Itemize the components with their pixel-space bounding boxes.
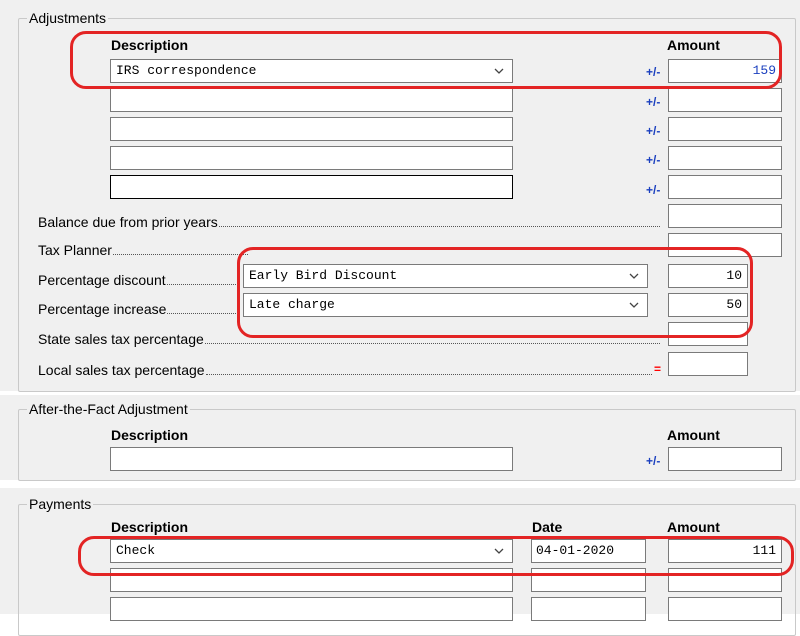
local-sales-tax-label: Local sales tax percentage xyxy=(38,362,205,378)
adjustment-description-field[interactable] xyxy=(110,88,513,112)
balance-due-row: Balance due from prior years xyxy=(38,212,660,230)
local-sales-tax-row: Local sales tax percentage xyxy=(38,360,652,378)
adjustment-amount-field[interactable] xyxy=(668,88,782,112)
after-fact-amount-field[interactable] xyxy=(668,447,782,471)
state-sales-tax-field[interactable] xyxy=(668,322,748,346)
chevron-down-icon xyxy=(629,273,639,279)
adjustments-title: Adjustments xyxy=(27,10,109,26)
payments-title: Payments xyxy=(27,496,94,512)
payment-date-value: 04-01-2020 xyxy=(536,543,615,558)
plus-minus-toggle[interactable]: +/- xyxy=(646,65,660,79)
payment-amount-field[interactable] xyxy=(668,597,782,621)
payment-description-dropdown[interactable]: Check xyxy=(110,539,513,563)
payment-date-field[interactable] xyxy=(531,597,646,621)
percentage-increase-row: Percentage increase xyxy=(38,299,240,317)
leader-dots xyxy=(218,226,660,227)
state-sales-tax-row: State sales tax percentage xyxy=(38,329,660,347)
adjustment-amount-value: 159 xyxy=(752,63,776,78)
plus-minus-toggle[interactable]: +/- xyxy=(646,454,660,468)
leader-dots xyxy=(112,254,248,255)
adjustment-amount-field[interactable] xyxy=(668,146,782,170)
percentage-increase-selection: Late charge xyxy=(249,297,335,312)
adjustment-description-field[interactable] xyxy=(110,175,513,199)
payments-date-header: Date xyxy=(532,519,563,535)
payment-description-value: Check xyxy=(116,543,156,558)
percentage-discount-row: Percentage discount xyxy=(38,270,240,288)
after-fact-amount-header: Amount xyxy=(667,427,720,443)
leader-dots xyxy=(167,313,240,314)
percentage-discount-dropdown[interactable]: Early Bird Discount xyxy=(243,264,648,288)
plus-minus-toggle[interactable]: +/- xyxy=(646,95,660,109)
plus-minus-toggle[interactable]: +/- xyxy=(646,153,660,167)
adjustment-amount-field[interactable] xyxy=(668,175,782,199)
percentage-discount-selection: Early Bird Discount xyxy=(249,268,398,283)
after-fact-description-header: Description xyxy=(111,427,189,443)
payments-amount-header: Amount xyxy=(667,519,720,535)
tax-planner-row: Tax Planner xyxy=(38,240,248,258)
leader-dots xyxy=(166,284,240,285)
percentage-discount-value-field[interactable]: 10 xyxy=(668,264,748,288)
adjustment-description-field[interactable] xyxy=(110,117,513,141)
payment-date-field[interactable] xyxy=(531,568,646,592)
payment-description-field[interactable] xyxy=(110,568,513,592)
chevron-down-icon xyxy=(494,68,504,74)
percentage-discount-label: Percentage discount xyxy=(38,272,166,288)
payment-amount-field[interactable]: 111 xyxy=(668,539,782,563)
balance-due-label: Balance due from prior years xyxy=(38,214,218,230)
percentage-increase-value-field[interactable]: 50 xyxy=(668,293,748,317)
adjustments-description-header: Description xyxy=(111,37,189,53)
leader-dots xyxy=(204,343,660,344)
percentage-increase-label: Percentage increase xyxy=(38,301,167,317)
adjustments-amount-header: Amount xyxy=(667,37,720,53)
payment-amount-value: 111 xyxy=(752,543,776,558)
adjustment-amount-field[interactable]: 159 xyxy=(668,59,782,83)
payment-amount-field[interactable] xyxy=(668,568,782,592)
total-equals-marker: = xyxy=(654,362,662,376)
chevron-down-icon xyxy=(494,548,504,554)
adjustment-description-dropdown[interactable]: IRS correspondence xyxy=(110,59,513,83)
after-fact-description-field[interactable] xyxy=(110,447,513,471)
adjustment-amount-field[interactable] xyxy=(668,117,782,141)
leader-dots xyxy=(205,374,652,375)
state-sales-tax-label: State sales tax percentage xyxy=(38,331,204,347)
adjustment-description-value: IRS correspondence xyxy=(116,63,257,78)
tax-planner-field[interactable] xyxy=(668,233,782,257)
payment-description-field[interactable] xyxy=(110,597,513,621)
balance-due-field[interactable] xyxy=(668,204,782,228)
payment-date-field[interactable]: 04-01-2020 xyxy=(531,539,646,563)
tax-planner-label: Tax Planner xyxy=(38,242,112,258)
after-fact-title: After-the-Fact Adjustment xyxy=(27,401,190,417)
percentage-increase-value: 50 xyxy=(726,297,742,312)
percentage-discount-value: 10 xyxy=(726,268,742,283)
percentage-increase-dropdown[interactable]: Late charge xyxy=(243,293,648,317)
plus-minus-toggle[interactable]: +/- xyxy=(646,183,660,197)
chevron-down-icon xyxy=(629,302,639,308)
plus-minus-toggle[interactable]: +/- xyxy=(646,124,660,138)
local-sales-tax-field[interactable] xyxy=(668,352,748,376)
adjustment-description-field[interactable] xyxy=(110,146,513,170)
payments-description-header: Description xyxy=(111,519,189,535)
